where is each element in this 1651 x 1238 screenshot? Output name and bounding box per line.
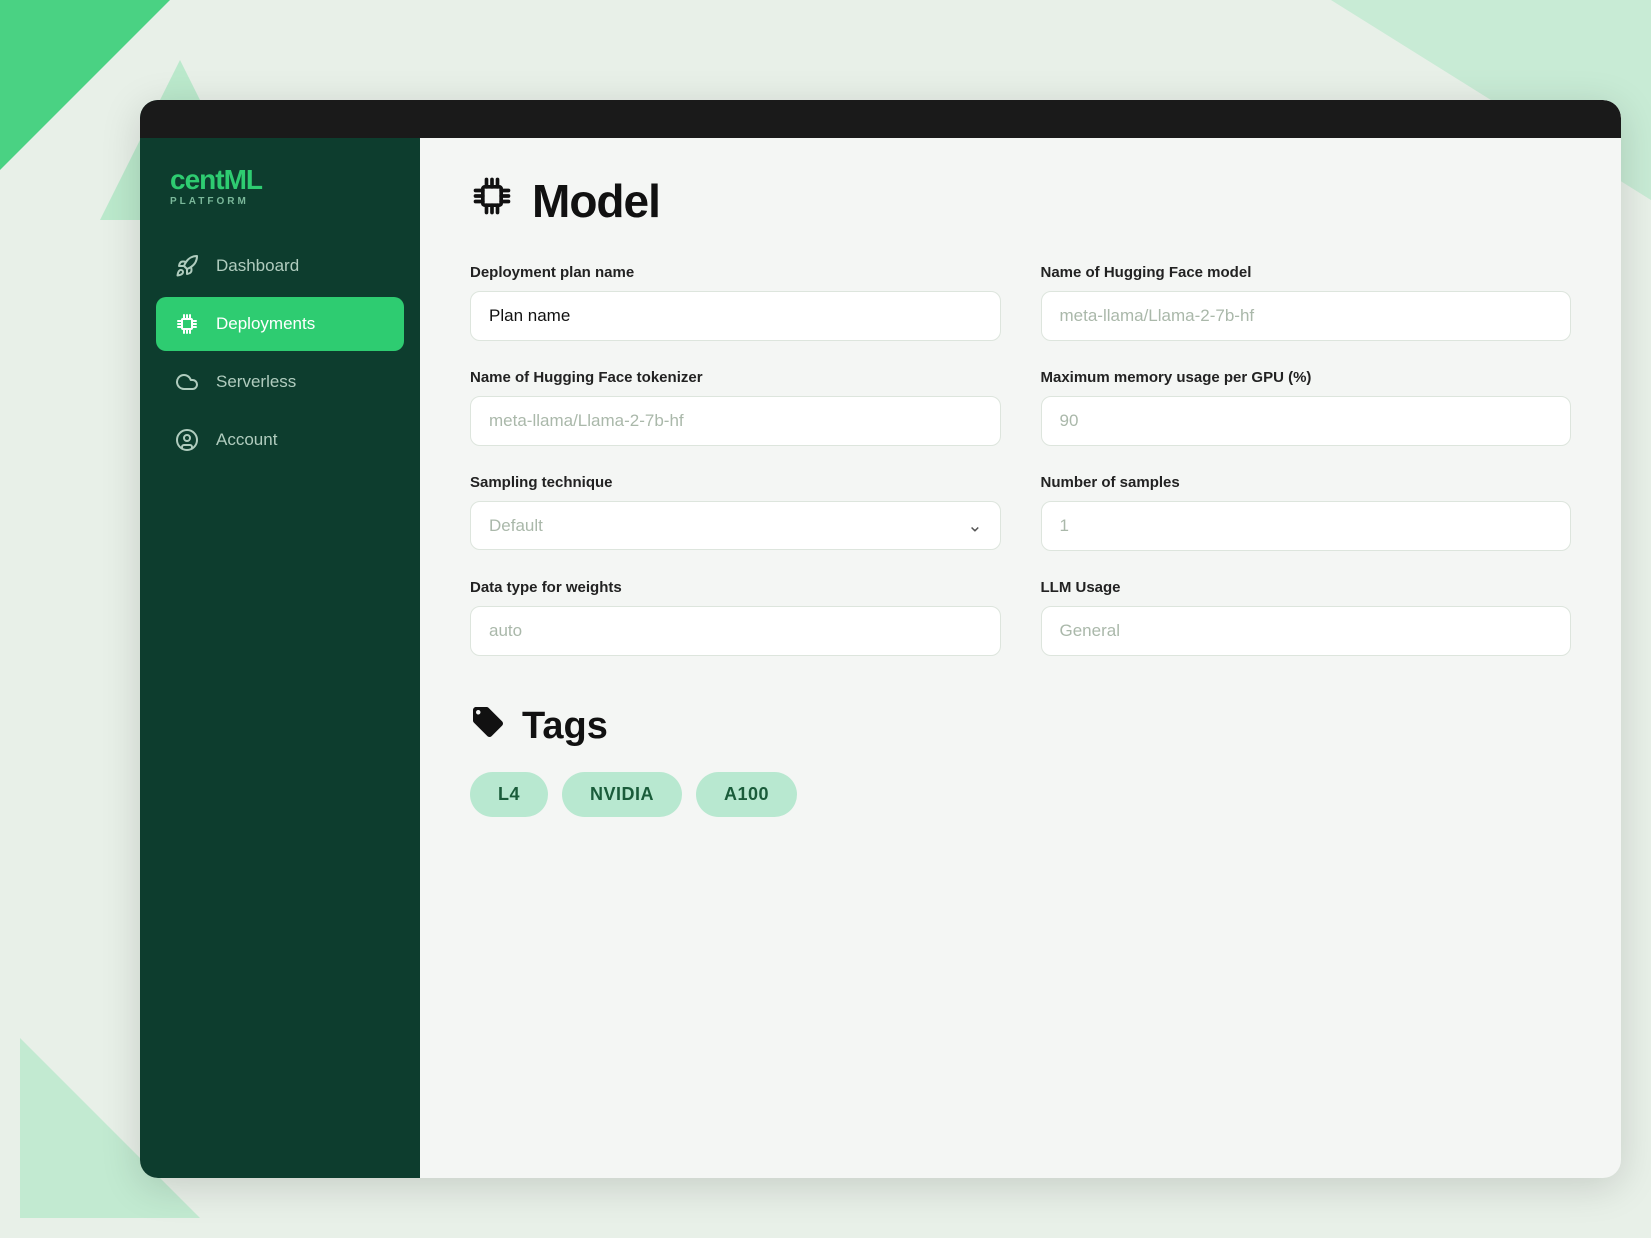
tags-list: L4 NVIDIA A100 — [470, 772, 1571, 817]
model-section-title: Model — [532, 174, 660, 228]
logo: centML PLATFORM — [170, 166, 262, 207]
label-data-type-weights: Data type for weights — [470, 579, 1001, 596]
field-deployment-plan-name: Deployment plan name — [470, 264, 1001, 341]
label-hf-model-name: Name of Hugging Face model — [1041, 264, 1572, 281]
sampling-select-wrapper: Default Top-K Top-P Greedy ⌄ — [470, 501, 1001, 550]
input-hf-model-name[interactable] — [1041, 291, 1572, 341]
tags-section-header: Tags — [470, 704, 1571, 748]
tag-a100: A100 — [696, 772, 797, 817]
sidebar-item-account[interactable]: Account — [156, 413, 404, 467]
cloud-icon — [174, 369, 200, 395]
label-sampling-technique: Sampling technique — [470, 474, 1001, 491]
field-sampling-technique: Sampling technique Default Top-K Top-P G… — [470, 474, 1001, 551]
logo-area: centML PLATFORM — [140, 138, 420, 239]
field-max-memory-gpu: Maximum memory usage per GPU (%) — [1041, 369, 1572, 446]
input-deployment-plan-name[interactable] — [470, 291, 1001, 341]
model-icon — [470, 174, 514, 228]
main-window: centML PLATFORM Dashboard — [140, 100, 1621, 1178]
input-num-samples[interactable] — [1041, 501, 1572, 551]
tag-l4: L4 — [470, 772, 548, 817]
input-data-type-weights[interactable] — [470, 606, 1001, 656]
logo-subtitle: PLATFORM — [170, 196, 262, 207]
label-llm-usage: LLM Usage — [1041, 579, 1572, 596]
field-llm-usage: LLM Usage — [1041, 579, 1572, 656]
tag-icon — [470, 704, 506, 748]
field-hf-tokenizer-name: Name of Hugging Face tokenizer — [470, 369, 1001, 446]
tags-section-title: Tags — [522, 705, 608, 748]
model-form: Deployment plan name Name of Hugging Fac… — [470, 264, 1571, 656]
label-deployment-plan-name: Deployment plan name — [470, 264, 1001, 281]
logo-prefix: cent — [170, 164, 224, 195]
input-hf-tokenizer-name[interactable] — [470, 396, 1001, 446]
chip-icon — [174, 311, 200, 337]
sidebar-item-account-label: Account — [216, 430, 277, 450]
rocket-icon — [174, 253, 200, 279]
main-content: Model Deployment plan name Name of Huggi… — [420, 100, 1621, 1178]
input-llm-usage[interactable] — [1041, 606, 1572, 656]
label-hf-tokenizer-name: Name of Hugging Face tokenizer — [470, 369, 1001, 386]
input-max-memory-gpu[interactable] — [1041, 396, 1572, 446]
person-circle-icon — [174, 427, 200, 453]
select-sampling-technique[interactable]: Default Top-K Top-P Greedy — [470, 501, 1001, 550]
logo-title: centML — [170, 166, 262, 194]
model-section-header: Model — [470, 174, 1571, 228]
field-num-samples: Number of samples — [1041, 474, 1572, 551]
sidebar: centML PLATFORM Dashboard — [140, 100, 420, 1178]
sidebar-item-dashboard-label: Dashboard — [216, 256, 299, 276]
label-max-memory-gpu: Maximum memory usage per GPU (%) — [1041, 369, 1572, 386]
sidebar-item-deployments[interactable]: Deployments — [156, 297, 404, 351]
sidebar-item-serverless-label: Serverless — [216, 372, 296, 392]
sidebar-item-dashboard[interactable]: Dashboard — [156, 239, 404, 293]
sidebar-nav: Dashboard Deployments Serverless — [140, 239, 420, 467]
label-num-samples: Number of samples — [1041, 474, 1572, 491]
field-data-type-weights: Data type for weights — [470, 579, 1001, 656]
sidebar-item-serverless[interactable]: Serverless — [156, 355, 404, 409]
logo-accent: ML — [224, 164, 262, 195]
field-hf-model-name: Name of Hugging Face model — [1041, 264, 1572, 341]
sidebar-item-deployments-label: Deployments — [216, 314, 315, 334]
tag-nvidia: NVIDIA — [562, 772, 682, 817]
